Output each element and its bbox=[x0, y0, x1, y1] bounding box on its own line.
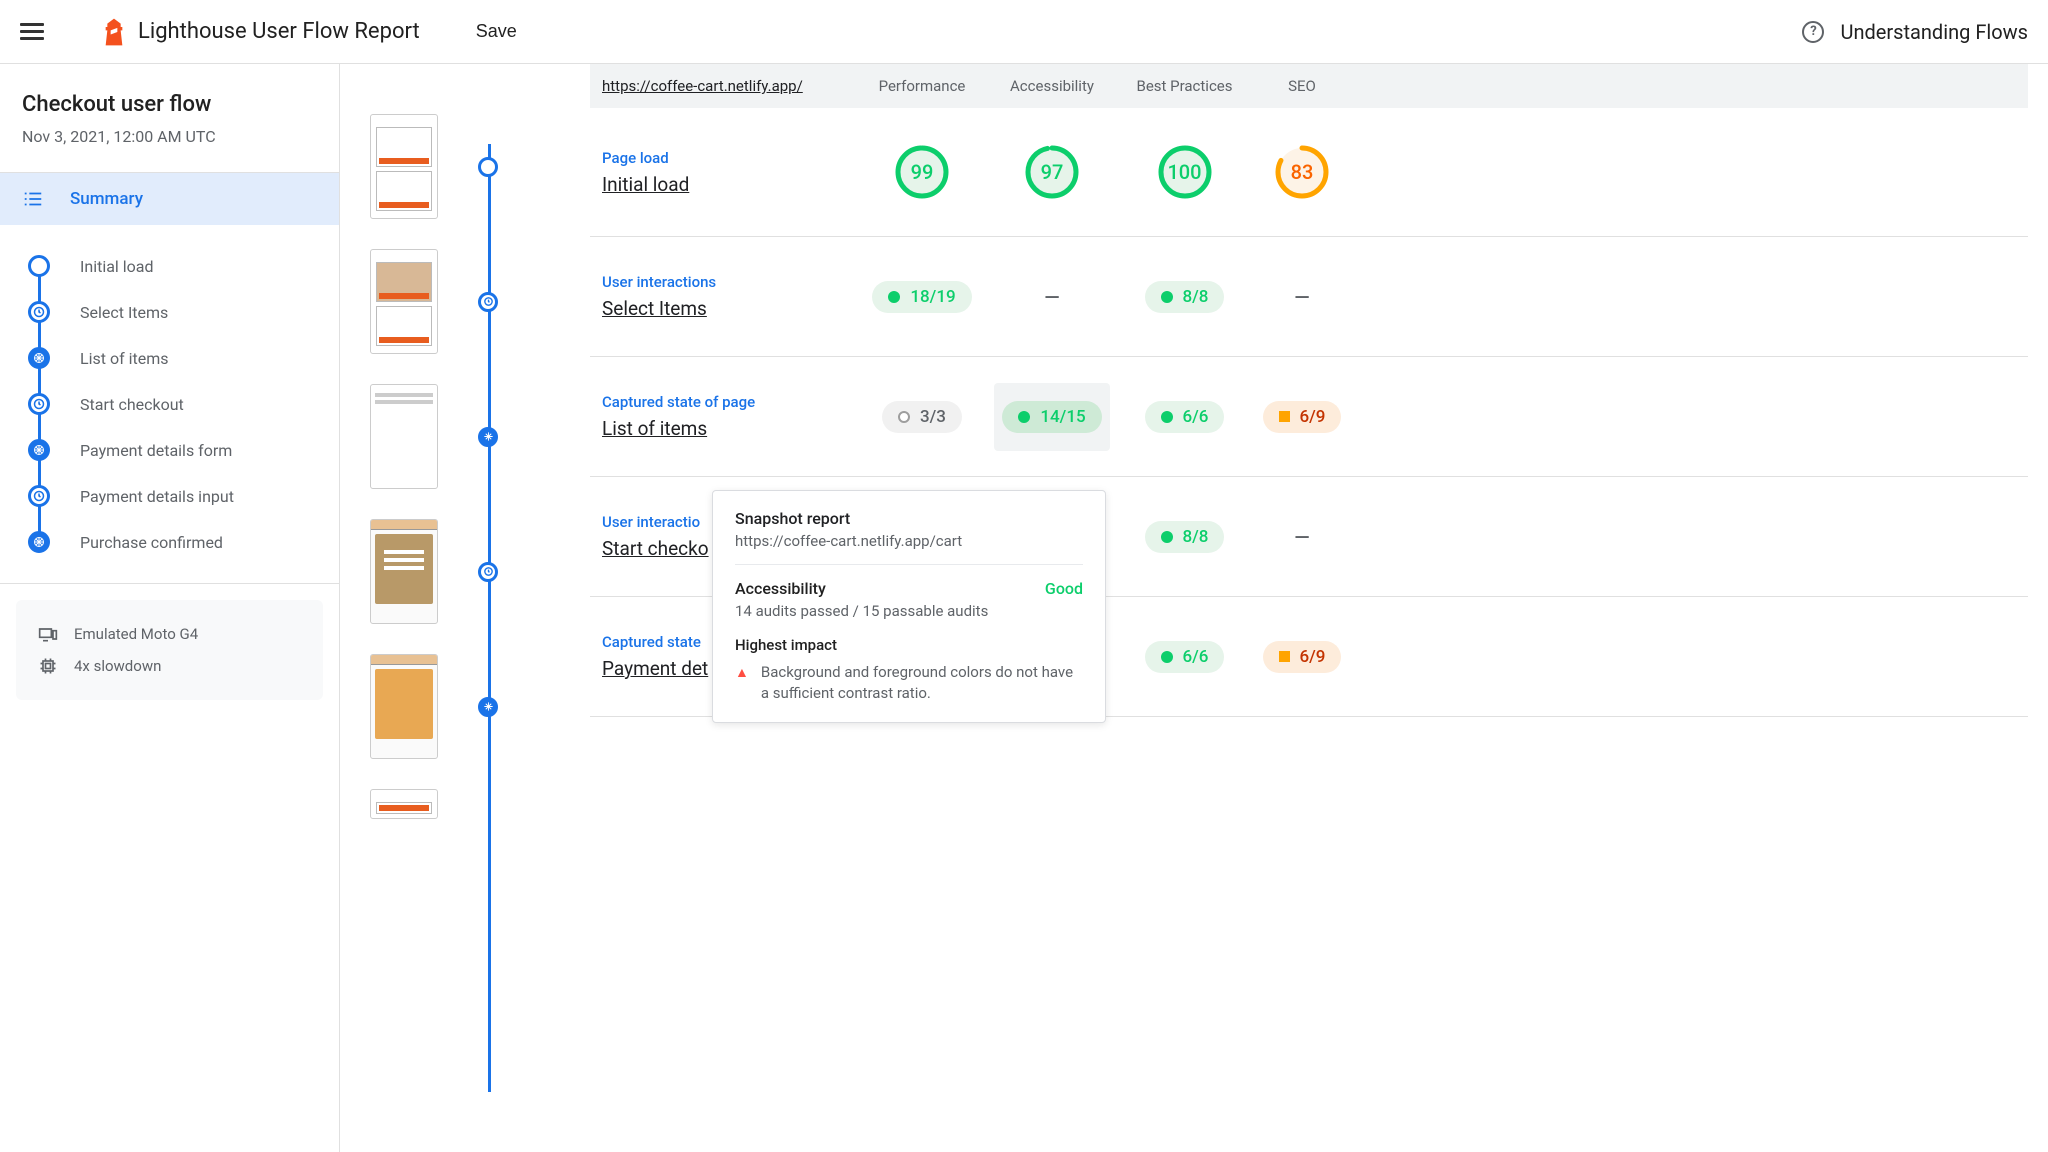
steps-list: Initial load Select Items List of items … bbox=[0, 225, 339, 584]
step-link-initial-load[interactable]: Initial load bbox=[602, 173, 857, 196]
col-seo: SEO bbox=[1252, 77, 1352, 95]
clock-icon bbox=[33, 306, 45, 318]
step-link-payment-details[interactable]: Payment det bbox=[602, 657, 722, 680]
hamburger-menu-icon[interactable] bbox=[20, 20, 44, 44]
timeline-node-clock-icon bbox=[478, 562, 498, 582]
table-header-row: https://coffee-cart.netlify.app/ Perform… bbox=[590, 64, 2028, 108]
tooltip-title: Snapshot report bbox=[735, 509, 1083, 528]
timeline-node-clock-icon bbox=[478, 292, 498, 312]
highlighted-score-cell[interactable]: 14/15 bbox=[994, 383, 1109, 451]
tooltip-impact-text: Background and foreground colors do not … bbox=[761, 662, 1083, 704]
warning-triangle-icon: ▲ bbox=[735, 664, 749, 704]
tooltip-impact-title: Highest impact bbox=[735, 636, 1083, 654]
score-dash: — bbox=[1294, 525, 1309, 549]
result-row-list-items: Captured state of pageList of items 3/3 … bbox=[590, 357, 2028, 477]
gauge-best-practices[interactable]: 100 bbox=[1157, 144, 1213, 200]
score-tooltip: Snapshot report https://coffee-cart.netl… bbox=[712, 490, 1106, 723]
thumbnail-payment-form[interactable] bbox=[370, 654, 438, 759]
sidebar-step-initial-load[interactable]: Initial load bbox=[28, 243, 317, 289]
thumbnail-select-items[interactable] bbox=[370, 249, 438, 354]
app-header: Lighthouse User Flow Report Save ? Under… bbox=[0, 0, 2048, 64]
sidebar-step-select-items[interactable]: Select Items bbox=[28, 289, 317, 335]
tooltip-status: Good bbox=[1045, 579, 1083, 598]
timeline-node-circle-icon bbox=[478, 157, 498, 177]
score-pill[interactable]: 6/6 bbox=[1145, 641, 1225, 673]
step-link-list-items[interactable]: List of items bbox=[602, 417, 857, 440]
devices-icon bbox=[38, 624, 58, 644]
col-performance: Performance bbox=[857, 77, 987, 95]
nav-summary[interactable]: Summary bbox=[0, 173, 339, 225]
flow-date: Nov 3, 2021, 12:00 AM UTC bbox=[22, 127, 317, 146]
thumbnail-partial[interactable] bbox=[370, 789, 438, 819]
lighthouse-logo-icon bbox=[104, 18, 124, 46]
help-icon[interactable]: ? bbox=[1802, 21, 1824, 43]
aperture-icon bbox=[33, 536, 45, 548]
flow-name: Checkout user flow bbox=[22, 92, 317, 117]
sidebar: Checkout user flow Nov 3, 2021, 12:00 AM… bbox=[0, 64, 340, 1152]
score-pill[interactable]: 6/9 bbox=[1263, 641, 1342, 673]
thumbnail-list-items[interactable] bbox=[370, 384, 438, 489]
app-title: Lighthouse User Flow Report bbox=[138, 19, 420, 44]
nav-summary-label: Summary bbox=[70, 189, 143, 209]
results-table: https://coffee-cart.netlify.app/ Perform… bbox=[590, 64, 2048, 1152]
score-dash: — bbox=[1044, 285, 1059, 309]
aperture-icon bbox=[33, 352, 45, 364]
environment-info: Emulated Moto G4 4x slowdown bbox=[16, 600, 323, 700]
understanding-flows-link[interactable]: Understanding Flows bbox=[1840, 20, 2028, 44]
tooltip-url: https://coffee-cart.netlify.app/cart bbox=[735, 532, 1083, 550]
score-pill[interactable]: 6/6 bbox=[1145, 401, 1225, 433]
score-pill[interactable]: 3/3 bbox=[882, 401, 962, 433]
tooltip-audits: 14 audits passed / 15 passable audits bbox=[735, 602, 1083, 620]
timeline-node-aperture-icon bbox=[478, 427, 498, 447]
score-pill[interactable]: 6/9 bbox=[1263, 401, 1342, 433]
thumbnail-start-checkout[interactable] bbox=[370, 519, 438, 624]
cpu-icon bbox=[38, 656, 58, 676]
clock-icon bbox=[33, 490, 45, 502]
gauge-performance[interactable]: 99 bbox=[894, 144, 950, 200]
result-row-select-items: User interactionsSelect Items 18/19 — 8/… bbox=[590, 237, 2028, 357]
sidebar-step-list-items[interactable]: List of items bbox=[28, 335, 317, 381]
step-link-start-checkout[interactable]: Start checko bbox=[602, 537, 722, 560]
result-row-initial-load: Page loadInitial load 99 97 100 83 bbox=[590, 108, 2028, 237]
sidebar-step-payment-form[interactable]: Payment details form bbox=[28, 427, 317, 473]
col-best-practices: Best Practices bbox=[1117, 77, 1252, 95]
col-accessibility: Accessibility bbox=[987, 77, 1117, 95]
save-button[interactable]: Save bbox=[476, 21, 517, 42]
gauge-accessibility[interactable]: 97 bbox=[1024, 144, 1080, 200]
score-pill[interactable]: 8/8 bbox=[1145, 281, 1225, 313]
step-link-select-items[interactable]: Select Items bbox=[602, 297, 857, 320]
timeline-thumbnails bbox=[340, 64, 590, 1152]
sidebar-step-payment-input[interactable]: Payment details input bbox=[28, 473, 317, 519]
gauge-seo[interactable]: 83 bbox=[1274, 144, 1330, 200]
tooltip-category: Accessibility bbox=[735, 579, 826, 598]
score-dash: — bbox=[1294, 285, 1309, 309]
score-pill[interactable]: 8/8 bbox=[1145, 521, 1225, 553]
thumbnail-initial-load[interactable] bbox=[370, 114, 438, 219]
sidebar-step-start-checkout[interactable]: Start checkout bbox=[28, 381, 317, 427]
clock-icon bbox=[33, 398, 45, 410]
timeline-node-aperture-icon bbox=[478, 697, 498, 717]
sidebar-step-purchase-confirmed[interactable]: Purchase confirmed bbox=[28, 519, 317, 565]
list-icon bbox=[22, 188, 44, 210]
score-pill[interactable]: 18/19 bbox=[872, 281, 971, 313]
aperture-icon bbox=[33, 444, 45, 456]
report-url-link[interactable]: https://coffee-cart.netlify.app/ bbox=[602, 77, 803, 95]
